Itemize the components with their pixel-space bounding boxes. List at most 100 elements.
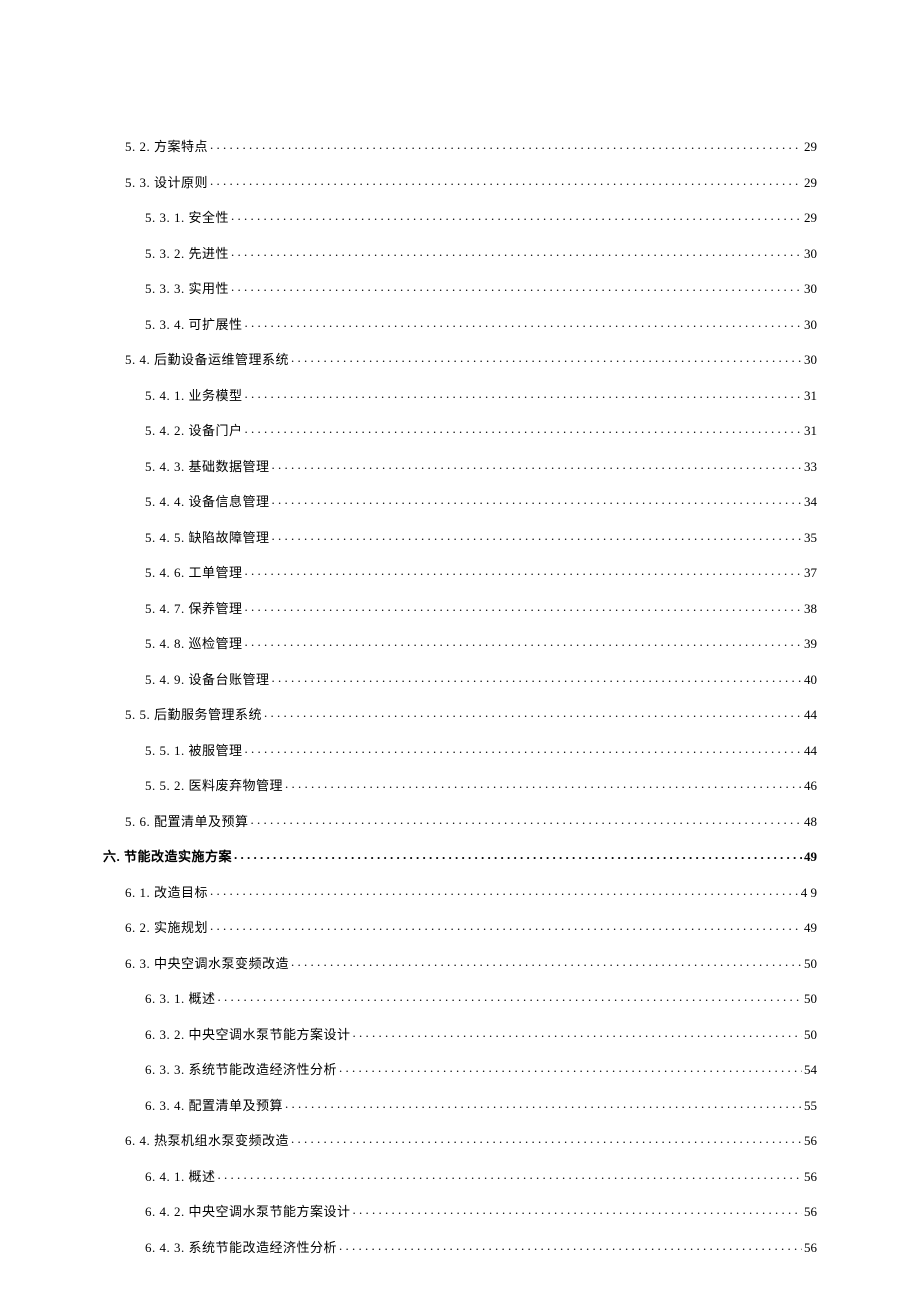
toc-entry[interactable]: 5. 3. 3. 实用性 30 <box>103 280 817 295</box>
toc-entry[interactable]: 5. 4. 6. 工单管理 37 <box>103 564 817 579</box>
toc-entry[interactable]: 5. 3. 4. 可扩展性 30 <box>103 316 817 331</box>
toc-leader-dots <box>210 138 802 151</box>
toc-entry-label: 5. 4. 1. 业务模型 <box>145 389 243 402</box>
toc-entry-page: 50 <box>804 957 817 970</box>
toc-entry[interactable]: 5. 5. 后勤服务管理系统 44 <box>103 706 817 721</box>
toc-entry-page: 40 <box>804 673 817 686</box>
toc-entry-label: 6. 3. 3. 系统节能改造经济性分析 <box>145 1063 337 1076</box>
toc-entry[interactable]: 5. 4. 9. 设备台账管理 40 <box>103 671 817 686</box>
toc-entry[interactable]: 5. 4. 3. 基础数据管理 33 <box>103 458 817 473</box>
document-page: 5. 2. 方案特点 295. 3. 设计原则 295. 3. 1. 安全性 2… <box>0 0 920 1301</box>
toc-entry-label: 5. 2. 方案特点 <box>125 140 208 153</box>
toc-entry[interactable]: 6. 4. 3. 系统节能改造经济性分析 56 <box>103 1239 817 1254</box>
toc-leader-dots <box>353 1026 802 1039</box>
toc-entry-label: 5. 4. 7. 保养管理 <box>145 602 243 615</box>
toc-entry-page: 46 <box>804 779 817 792</box>
toc-entry-label: 5. 4. 后勤设备运维管理系统 <box>125 353 289 366</box>
toc-entry-page: 30 <box>804 247 817 260</box>
toc-leader-dots <box>272 458 802 471</box>
toc-entry-label: 5. 3. 设计原则 <box>125 176 208 189</box>
toc-entry-page: 49 <box>804 921 817 934</box>
toc-leader-dots <box>231 280 802 293</box>
toc-leader-dots <box>285 1097 802 1110</box>
toc-entry-label: 5. 4. 4. 设备信息管理 <box>145 495 270 508</box>
toc-entry-page: 39 <box>804 637 817 650</box>
toc-entry-page: 29 <box>804 211 817 224</box>
toc-entry-page: 30 <box>804 318 817 331</box>
toc-entry-label: 5. 6. 配置清单及预算 <box>125 815 249 828</box>
toc-entry[interactable]: 5. 3. 设计原则 29 <box>103 174 817 189</box>
toc-entry-page: 37 <box>804 566 817 579</box>
toc-entry[interactable]: 5. 4. 后勤设备运维管理系统 30 <box>103 351 817 366</box>
toc-leader-dots <box>339 1061 802 1074</box>
toc-leader-dots <box>339 1239 802 1252</box>
toc-entry-page: 56 <box>804 1170 817 1183</box>
toc-entry[interactable]: 6. 1. 改造目标 4 9 <box>103 884 817 899</box>
toc-entry[interactable]: 6. 4. 1. 概述 56 <box>103 1168 817 1183</box>
toc-entry-label: 6. 4. 3. 系统节能改造经济性分析 <box>145 1241 337 1254</box>
toc-entry-page: 35 <box>804 531 817 544</box>
toc-entry-label: 6. 3. 4. 配置清单及预算 <box>145 1099 283 1112</box>
toc-entry-label: 6. 4. 2. 中央空调水泵节能方案设计 <box>145 1205 351 1218</box>
toc-leader-dots <box>291 1132 802 1145</box>
toc-entry-page: 29 <box>804 176 817 189</box>
toc-leader-dots <box>291 351 802 364</box>
toc-entry[interactable]: 5. 5. 2. 医料废弃物管理 46 <box>103 777 817 792</box>
toc-entry[interactable]: 5. 4. 7. 保养管理 38 <box>103 600 817 615</box>
toc-leader-dots <box>210 919 802 932</box>
toc-leader-dots <box>245 742 802 755</box>
toc-entry[interactable]: 5. 4. 8. 巡检管理 39 <box>103 635 817 650</box>
table-of-contents: 5. 2. 方案特点 295. 3. 设计原则 295. 3. 1. 安全性 2… <box>103 138 817 1274</box>
toc-entry-page: 30 <box>804 282 817 295</box>
toc-entry-label: 5. 3. 4. 可扩展性 <box>145 318 243 331</box>
toc-entry[interactable]: 5. 5. 1. 被服管理 44 <box>103 742 817 757</box>
toc-entry-page: 56 <box>804 1205 817 1218</box>
toc-entry-page: 31 <box>804 389 817 402</box>
toc-entry[interactable]: 6. 3. 2. 中央空调水泵节能方案设计 50 <box>103 1026 817 1041</box>
toc-entry[interactable]: 5. 3. 1. 安全性 29 <box>103 209 817 224</box>
toc-entry-page: 56 <box>804 1134 817 1147</box>
toc-leader-dots <box>285 777 802 790</box>
toc-entry[interactable]: 5. 3. 2. 先进性 30 <box>103 245 817 260</box>
toc-entry[interactable]: 6. 3. 4. 配置清单及预算 55 <box>103 1097 817 1112</box>
toc-leader-dots <box>245 564 802 577</box>
toc-entry-label: 5. 5. 后勤服务管理系统 <box>125 708 262 721</box>
toc-leader-dots <box>272 493 802 506</box>
toc-entry-page: 56 <box>804 1241 817 1254</box>
toc-entry[interactable]: 5. 4. 4. 设备信息管理 34 <box>103 493 817 508</box>
toc-entry[interactable]: 六. 节能改造实施方案 49 <box>103 848 817 863</box>
toc-leader-dots <box>272 529 802 542</box>
toc-entry-page: 44 <box>804 744 817 757</box>
toc-entry-page: 33 <box>804 460 817 473</box>
toc-entry[interactable]: 6. 2. 实施规划 49 <box>103 919 817 934</box>
toc-entry[interactable]: 6. 3. 3. 系统节能改造经济性分析 54 <box>103 1061 817 1076</box>
toc-entry[interactable]: 5. 4. 5. 缺陷故障管理 35 <box>103 529 817 544</box>
toc-entry-label: 5. 3. 3. 实用性 <box>145 282 229 295</box>
toc-entry[interactable]: 5. 4. 1. 业务模型 31 <box>103 387 817 402</box>
toc-entry-page: 50 <box>804 992 817 1005</box>
toc-entry[interactable]: 5. 4. 2. 设备门户 31 <box>103 422 817 437</box>
toc-entry[interactable]: 6. 4. 2. 中央空调水泵节能方案设计 56 <box>103 1203 817 1218</box>
toc-entry-page: 38 <box>804 602 817 615</box>
toc-leader-dots <box>245 316 802 329</box>
toc-leader-dots <box>272 671 802 684</box>
toc-entry-page: 50 <box>804 1028 817 1041</box>
toc-entry-page: 4 9 <box>801 886 817 899</box>
toc-entry-label: 6. 2. 实施规划 <box>125 921 208 934</box>
toc-entry[interactable]: 5. 2. 方案特点 29 <box>103 138 817 153</box>
toc-entry-page: 44 <box>804 708 817 721</box>
toc-entry[interactable]: 6. 3. 1. 概述 50 <box>103 990 817 1005</box>
toc-entry-label: 6. 3. 1. 概述 <box>145 992 216 1005</box>
toc-leader-dots <box>234 848 802 861</box>
toc-entry-label: 5. 4. 3. 基础数据管理 <box>145 460 270 473</box>
toc-leader-dots <box>218 990 802 1003</box>
toc-entry[interactable]: 5. 6. 配置清单及预算 48 <box>103 813 817 828</box>
toc-entry-label: 6. 1. 改造目标 <box>125 886 208 899</box>
toc-entry-label: 6. 3. 中央空调水泵变频改造 <box>125 957 289 970</box>
toc-leader-dots <box>251 813 802 826</box>
toc-entry[interactable]: 6. 3. 中央空调水泵变频改造 50 <box>103 955 817 970</box>
toc-entry[interactable]: 6. 4. 热泵机组水泵变频改造 56 <box>103 1132 817 1147</box>
toc-entry-label: 5. 4. 2. 设备门户 <box>145 424 243 437</box>
toc-leader-dots <box>210 174 802 187</box>
toc-entry-page: 30 <box>804 353 817 366</box>
